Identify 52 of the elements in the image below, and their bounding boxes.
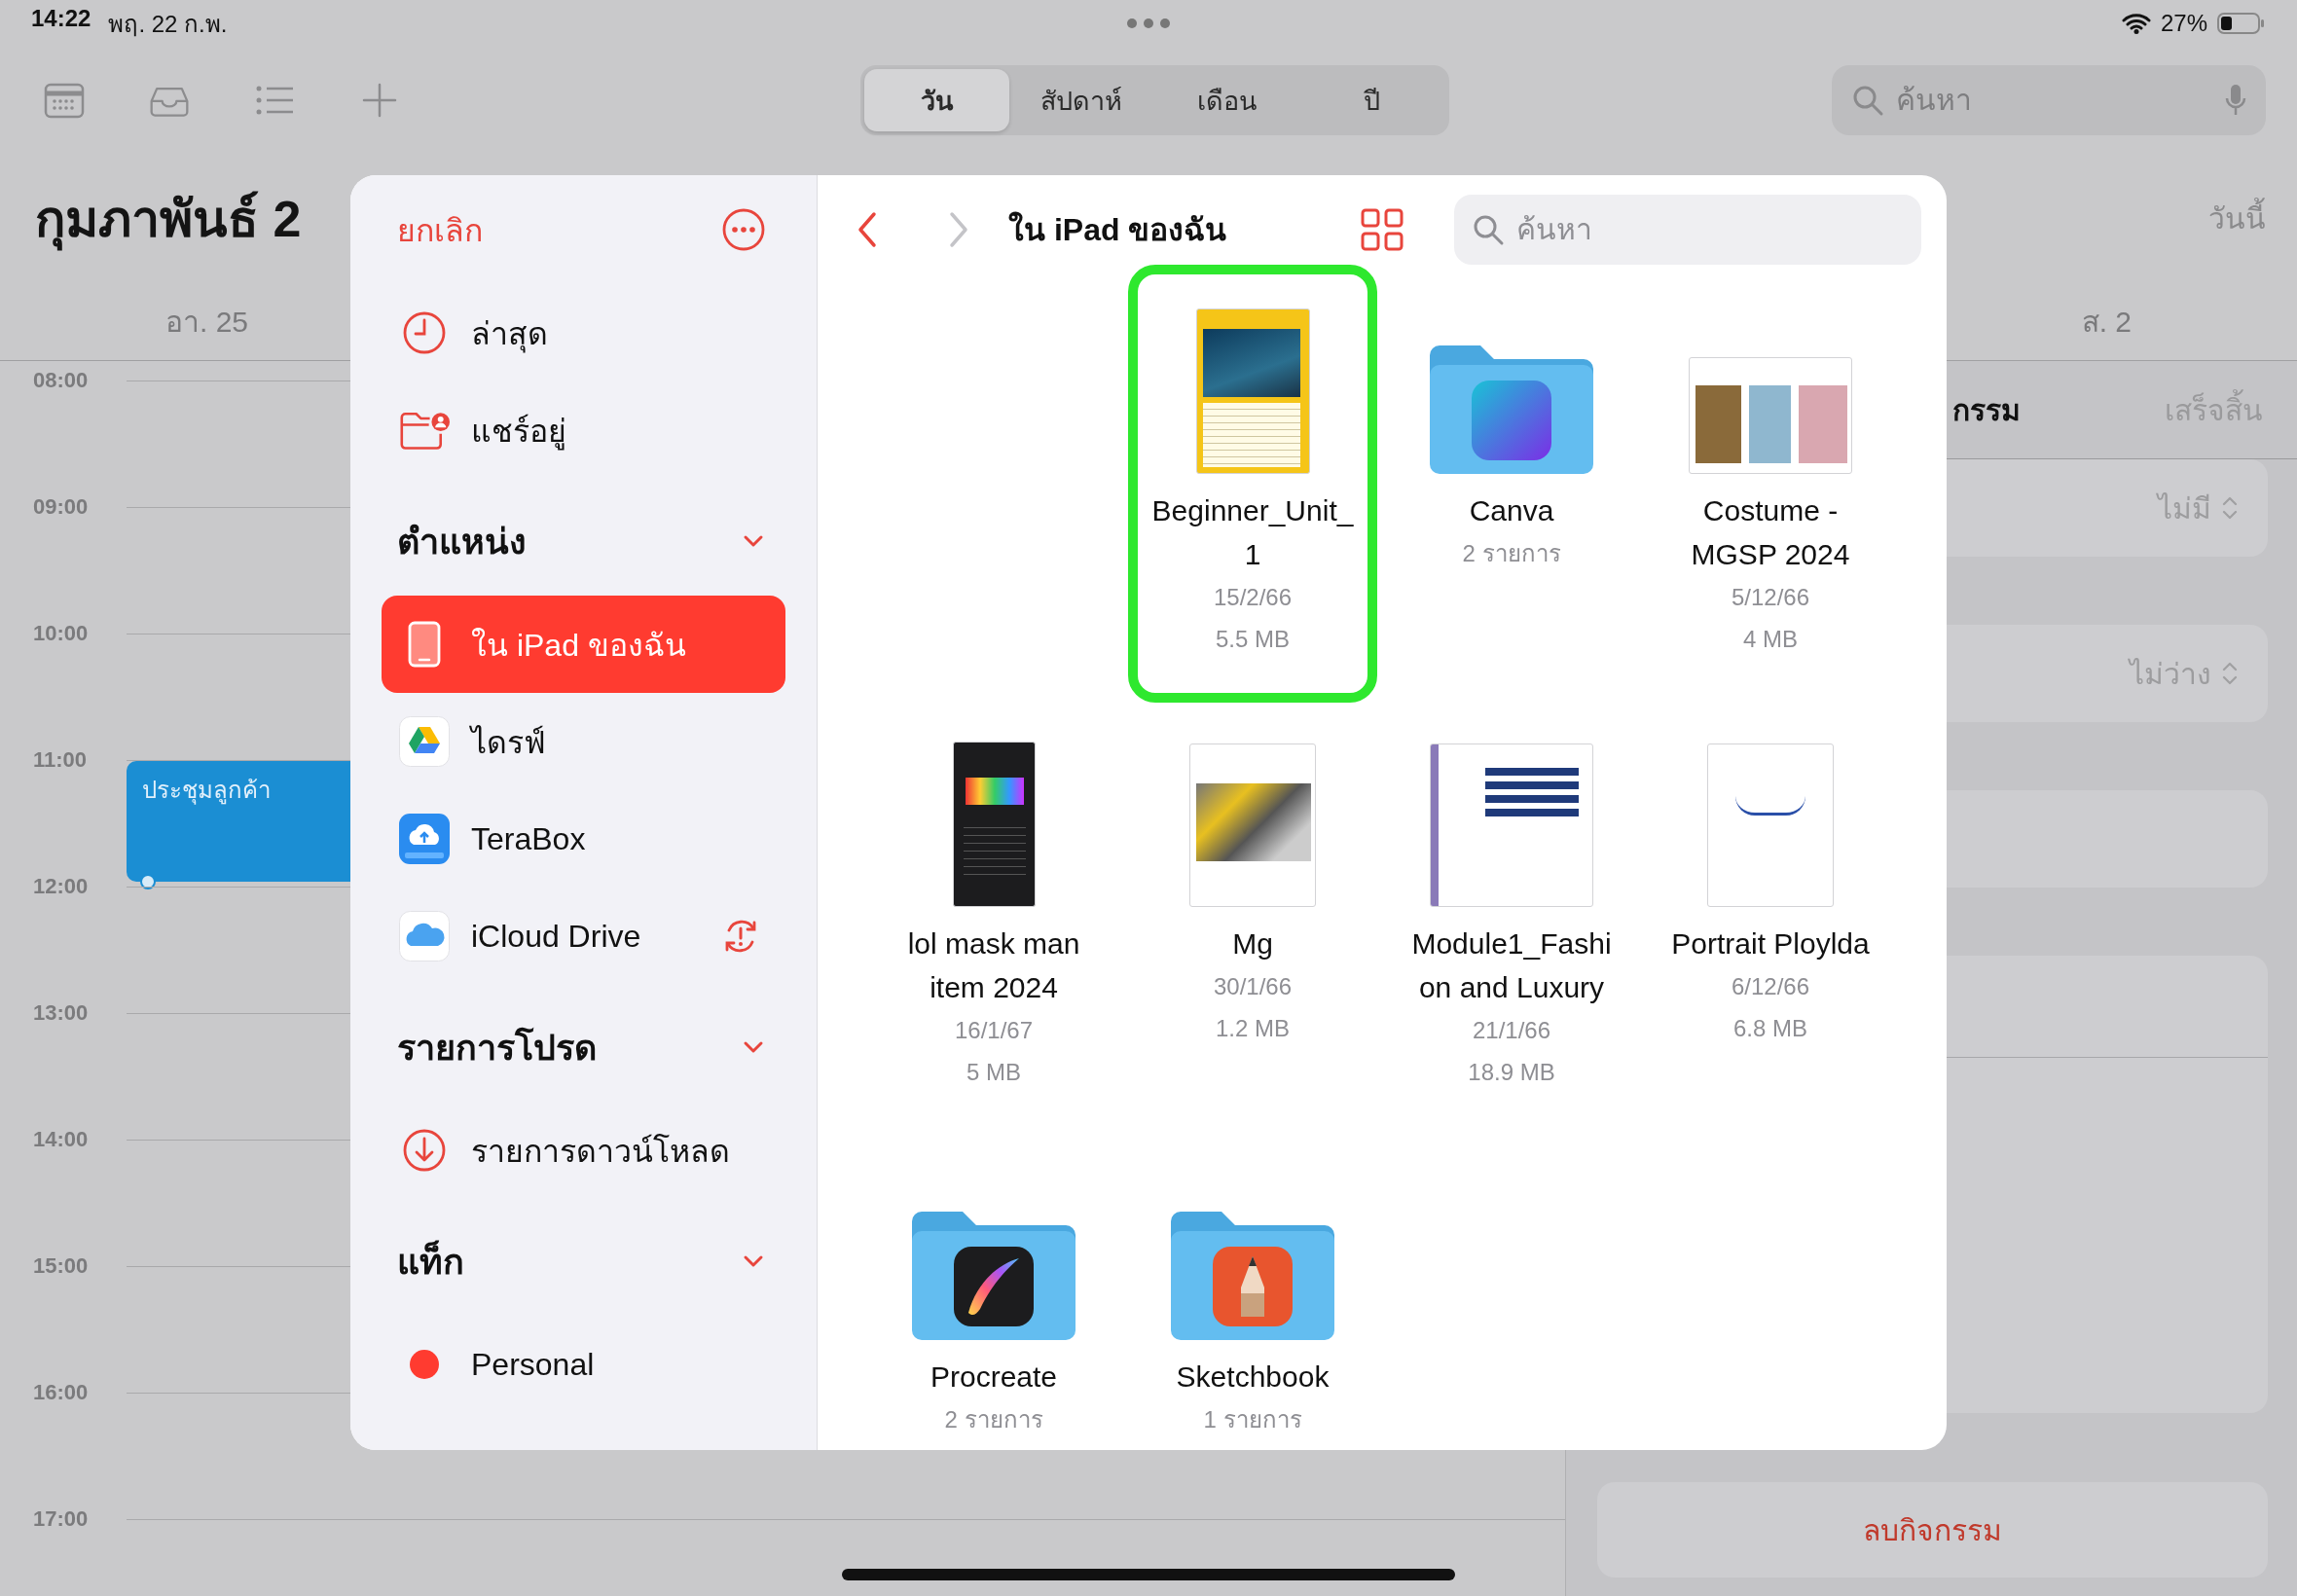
file-date: 16/1/67 <box>954 1016 1034 1045</box>
file-name: Mg <box>1232 926 1273 961</box>
status-date: พฤ. 22 ก.พ. <box>108 9 228 39</box>
status-time: 14:22 <box>31 4 91 33</box>
file-name: Sketchbook <box>1176 1360 1330 1395</box>
event-title: ประชุมลูกค้า <box>142 777 271 803</box>
sidebar-item-label: iCloud Drive <box>471 918 642 955</box>
file-date: 21/1/66 <box>1472 1016 1551 1045</box>
sidebar-item-label: ล่าสุด <box>471 314 549 355</box>
hour-label: 14:00 <box>32 1126 90 1153</box>
hour-label: 16:00 <box>32 1379 90 1406</box>
item-count: 2 รายการ <box>944 1405 1043 1434</box>
folder-title: ใน iPad ของฉัน <box>1008 210 1227 249</box>
file-name: lol mask man item 2024 <box>907 926 1080 1005</box>
hour-label: 17:00 <box>32 1505 90 1533</box>
file-size: 4 MB <box>1743 625 1798 654</box>
sidebar-item-label: TeraBox <box>471 820 587 857</box>
file-size: 5.5 MB <box>1216 625 1290 654</box>
file-name: Beginner_Unit_ 1 <box>1151 493 1354 572</box>
hour-label: 11:00 <box>32 746 89 774</box>
file-name: Portrait Ploylda <box>1671 926 1870 961</box>
hour-label: 12:00 <box>32 873 90 900</box>
sidebar-item-label: แชร์อยู่ <box>471 412 567 453</box>
item-count: 1 รายการ <box>1203 1405 1302 1434</box>
file-name: Module1_Fashi on and Luxury <box>1411 926 1612 1005</box>
file-date: 30/1/66 <box>1213 972 1293 1001</box>
file-date: 15/2/66 <box>1213 583 1293 612</box>
hour-label: 10:00 <box>32 620 90 647</box>
section-heading: แท็ก <box>397 1239 464 1284</box>
sidebar-item-label: Personal <box>471 1346 596 1383</box>
file-name: Costume - MGSP 2024 <box>1691 493 1850 572</box>
sidebar-item-label: ใน iPad ของฉัน <box>471 626 687 665</box>
section-heading: ตำแหน่ง <box>397 520 527 563</box>
month-title: กุมภาพันธ์ 2 <box>35 177 302 259</box>
file-size: 6.8 MB <box>1733 1014 1807 1043</box>
battery-percent: 27% <box>2160 10 2207 37</box>
sidebar-item-label: รายการดาวน์โหลด <box>471 1132 731 1171</box>
section-heading: รายการโปรด <box>397 1026 597 1070</box>
hour-label: 15:00 <box>32 1252 90 1280</box>
file-size: 18.9 MB <box>1468 1058 1555 1087</box>
file-name: Canva <box>1469 493 1554 528</box>
hour-label: 09:00 <box>32 493 90 521</box>
hour-label: 13:00 <box>32 999 90 1027</box>
file-date: 6/12/66 <box>1731 972 1810 1001</box>
sidebar-item-label: ไดรฟ์ <box>471 723 547 762</box>
item-count: 2 รายการ <box>1462 539 1561 568</box>
panel-title: กรรม <box>1952 392 2021 428</box>
file-name: Procreate <box>930 1360 1058 1395</box>
hour-label: 08:00 <box>32 367 90 394</box>
file-date: 5/12/66 <box>1731 583 1810 612</box>
file-size: 5 MB <box>966 1058 1021 1087</box>
file-size: 1.2 MB <box>1216 1014 1290 1043</box>
